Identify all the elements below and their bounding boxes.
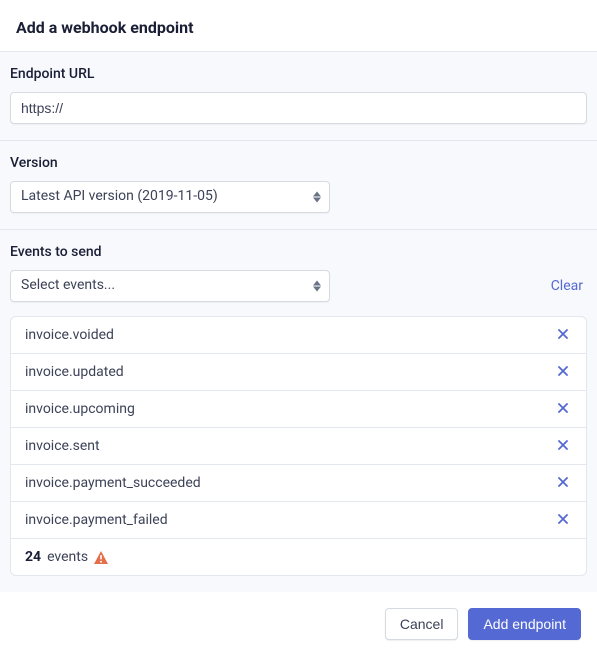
endpoint-url-input[interactable] (10, 92, 587, 124)
event-item: invoice.payment_failed (11, 502, 586, 539)
remove-event-icon[interactable] (554, 399, 572, 419)
event-item: invoice.upcoming (11, 391, 586, 428)
webhook-modal: Add a webhook endpoint Endpoint URL Vers… (0, 0, 597, 660)
select-caret-icon (313, 281, 321, 292)
remove-event-icon[interactable] (554, 510, 572, 530)
remove-event-icon[interactable] (554, 473, 572, 493)
event-name: invoice.payment_failed (25, 512, 168, 528)
version-select[interactable]: Latest API version (2019-11-05) (10, 181, 330, 213)
event-name: invoice.upcoming (25, 401, 135, 417)
version-selected-value: Latest API version (2019-11-05) (21, 188, 218, 204)
modal-title: Add a webhook endpoint (16, 18, 581, 37)
modal-actions: Cancel Add endpoint (0, 592, 597, 660)
cancel-button[interactable]: Cancel (385, 608, 459, 640)
remove-event-icon[interactable] (554, 325, 572, 345)
warning-icon (94, 551, 108, 564)
events-placeholder: Select events... (21, 277, 115, 293)
remove-event-icon[interactable] (554, 362, 572, 382)
modal-header: Add a webhook endpoint (0, 0, 597, 52)
event-name: invoice.voided (25, 327, 114, 343)
event-name: invoice.updated (25, 364, 124, 380)
event-count-footer: 24 events (11, 539, 586, 575)
event-item: invoice.voided (11, 317, 586, 354)
events-select[interactable]: Select events... (10, 270, 330, 302)
event-name: invoice.payment_succeeded (25, 475, 201, 491)
version-label: Version (10, 155, 587, 171)
event-count-number: 24 (25, 549, 41, 565)
event-item: invoice.updated (11, 354, 586, 391)
version-section: Version Latest API version (2019-11-05) (0, 141, 597, 230)
events-control-row: Select events... Clear (10, 270, 587, 302)
event-count-label: events (47, 549, 88, 565)
event-name: invoice.sent (25, 438, 100, 454)
clear-events-link[interactable]: Clear (551, 278, 587, 294)
event-list: invoice.voided invoice.updated invoice.u… (10, 316, 587, 576)
events-label: Events to send (10, 244, 587, 260)
endpoint-url-section: Endpoint URL (0, 52, 597, 141)
events-section: Events to send Select events... Clear in… (0, 230, 597, 592)
add-endpoint-button[interactable]: Add endpoint (468, 608, 581, 640)
remove-event-icon[interactable] (554, 436, 572, 456)
endpoint-url-label: Endpoint URL (10, 66, 587, 82)
select-caret-icon (313, 192, 321, 203)
event-item: invoice.payment_succeeded (11, 465, 586, 502)
event-item: invoice.sent (11, 428, 586, 465)
